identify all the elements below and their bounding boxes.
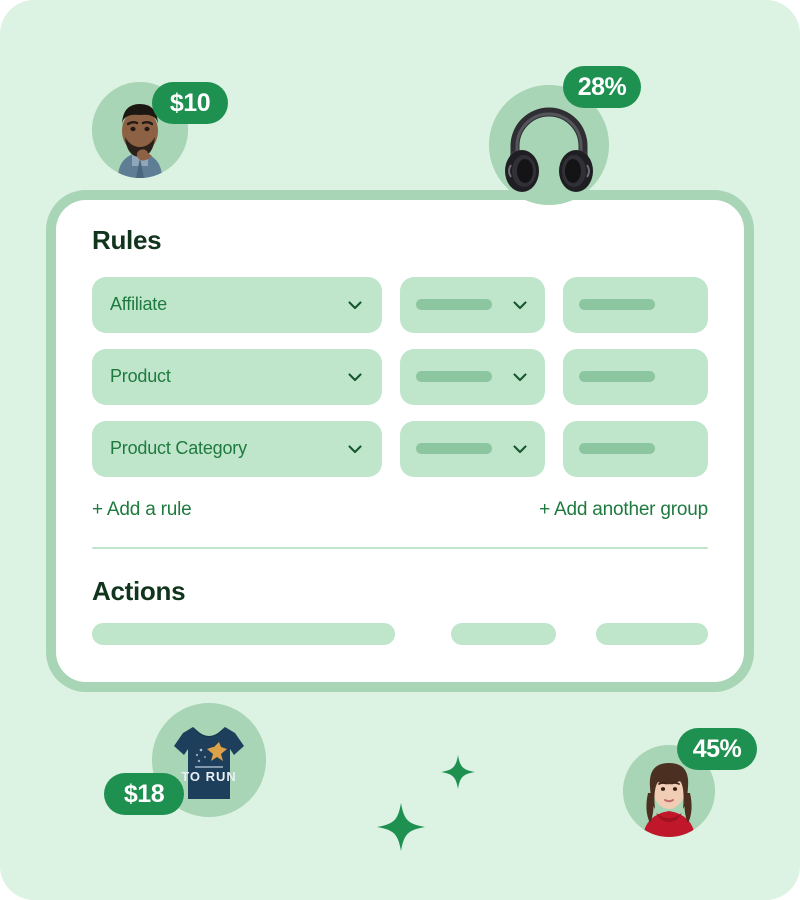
actions-row [92,623,708,646]
rule-field-subject[interactable]: Product [92,348,383,405]
rule-field-subject[interactable]: Affiliate [92,276,383,333]
rule-field-value[interactable] [563,276,708,333]
rule-row: Affiliate [92,276,708,333]
add-another-group-button[interactable]: + Add another group [539,499,708,521]
placeholder-bar [416,443,493,455]
section-divider [92,546,708,549]
chevron-down-icon [511,368,529,386]
placeholder-bar [579,443,656,455]
action-placeholder-bar[interactable] [450,623,556,646]
promo-illustration: $10 28% Rules Affiliate Product Product … [0,0,800,900]
rule-field-subject-label: Product [110,366,171,387]
rule-field-operator[interactable] [400,348,546,405]
chevron-down-icon [346,368,364,386]
rule-field-subject-label: Product Category [110,438,247,459]
placeholder-bar [579,371,656,383]
sparkle-icon [377,803,425,851]
chevron-down-icon [346,440,364,458]
action-placeholder-bar[interactable] [595,623,708,646]
chevron-down-icon [346,296,364,314]
add-rule-button[interactable]: + Add a rule [92,499,192,521]
rule-field-operator[interactable] [400,420,546,477]
rule-field-subject[interactable]: Product Category [92,420,383,477]
placeholder-bar [579,299,656,311]
rule-field-value[interactable] [563,420,708,477]
sparkle-icon [441,755,475,789]
rule-field-value[interactable] [563,348,708,405]
rule-row: Product Category [92,420,708,477]
action-placeholder-bar[interactable] [92,623,395,646]
badge-commission-10: $10 [152,82,228,124]
badge-commission-28: 28% [563,66,641,108]
placeholder-bar [416,299,493,311]
rule-field-operator[interactable] [400,276,546,333]
page-title-rules: Rules [92,225,162,255]
rule-row: Product [92,348,708,405]
add-links-row: + Add a rule + Add another group [92,499,708,521]
svg-text:TO RUN: TO RUN [181,769,237,784]
badge-price-18: $18 [104,773,184,815]
placeholder-bar [416,371,493,383]
rule-field-subject-label: Affiliate [110,294,167,315]
rules-card: Rules Affiliate Product Product Category… [46,190,754,692]
badge-commission-45: 45% [677,728,757,770]
rules-card-inner: Rules Affiliate Product Product Category… [56,200,744,682]
page-title-actions: Actions [92,575,186,606]
chevron-down-icon [511,296,529,314]
chevron-down-icon [511,440,529,458]
